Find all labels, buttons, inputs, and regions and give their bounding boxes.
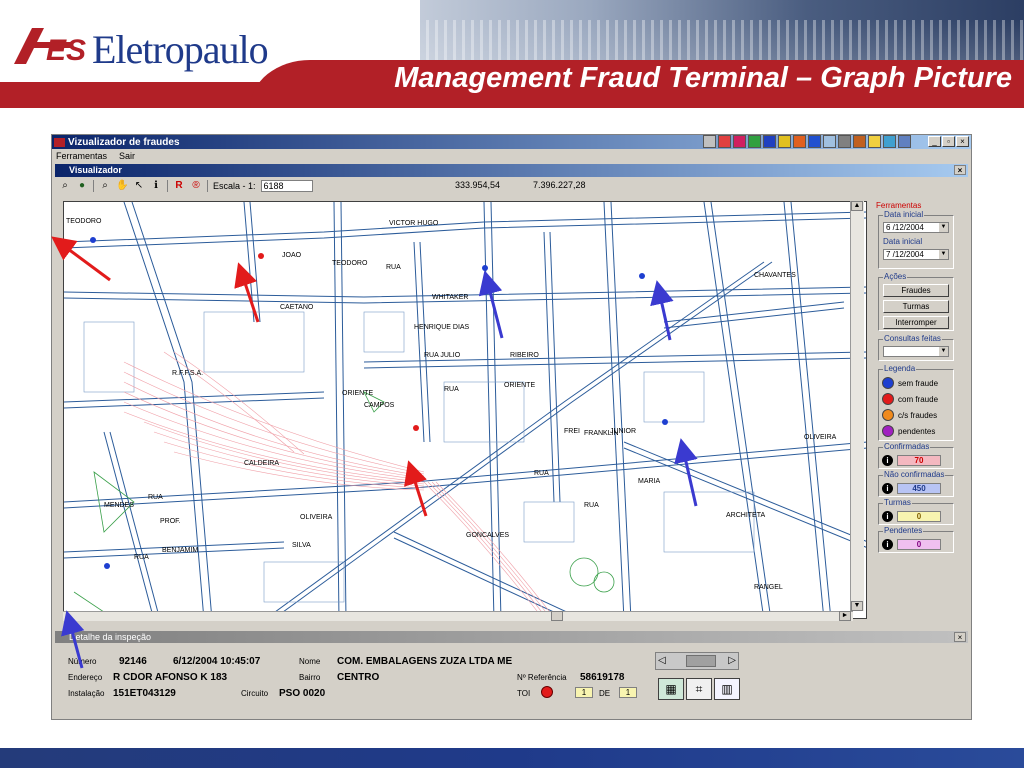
red-arrow (234, 262, 260, 323)
blue-arrow (650, 280, 674, 341)
annotation-arrows (51, 236, 698, 669)
blue-arrow (674, 438, 698, 507)
footer-band (0, 748, 1024, 768)
blue-arrow (61, 610, 85, 669)
slide: ES Eletropaulo Management Fraud Terminal… (0, 0, 1024, 768)
red-arrow (404, 460, 428, 517)
blue-arrow (478, 270, 504, 339)
red-arrow (51, 236, 111, 282)
